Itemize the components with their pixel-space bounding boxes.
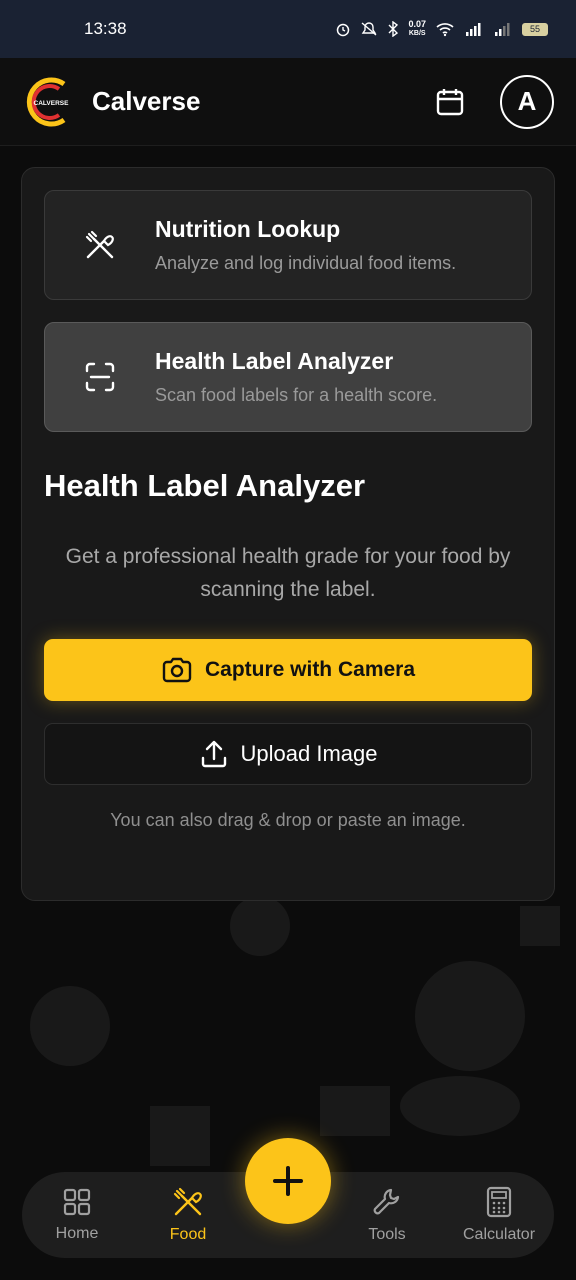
nav-label: Calculator [462,1226,536,1243]
section-title: Health Label Analyzer [44,468,366,503]
plus-icon [273,1166,303,1196]
calendar-button[interactable] [430,82,470,122]
mode-title: Nutrition Lookup [155,216,341,242]
add-fab-button[interactable] [245,1138,331,1224]
app-brand-name: Calverse [92,86,201,116]
battery-indicator: 55 [522,22,548,36]
utensils-crossed-icon [45,190,155,300]
mode-description: Analyze and log individual food items. [155,253,457,273]
camera-icon [162,657,192,683]
nav-item-home[interactable]: Home [27,1172,127,1258]
app-header: CALVERSE Calverse A [0,58,576,146]
wifi-icon [436,23,454,37]
nav-label: Food [169,1226,207,1243]
mode-description: Scan food labels for a health score. [155,385,438,405]
upload-image-button[interactable]: Upload Image [44,723,532,785]
drag-drop-hint: You can also drag & drop or paste an ima… [110,810,466,830]
capture-button-label: Capture with Camera [204,658,416,681]
scan-icon [45,322,155,432]
nav-label: Tools [368,1226,406,1243]
profile-avatar[interactable]: A [500,74,554,129]
network-speed-value: 0.07 [408,19,426,29]
nav-item-calculator[interactable]: Calculator [449,1172,549,1258]
calendar-icon [436,88,464,115]
nav-label: Home [55,1225,99,1242]
nav-item-tools[interactable]: Tools [337,1172,437,1258]
wrench-icon [373,1188,400,1215]
bluetooth-icon [388,21,399,37]
status-icons: 0.07 KB/S 55 [335,20,548,38]
calculator-icon [486,1186,512,1218]
upload-icon [201,740,226,768]
mode-nutrition-lookup[interactable]: Nutrition Lookup Analyze and log individ… [44,190,532,300]
network-speed-unit: KB/S [408,30,426,37]
nav-item-food[interactable]: Food [138,1172,238,1258]
section-description: Get a professional health grade for your… [65,545,511,601]
signal-icon-2 [495,23,510,36]
grid-icon [63,1188,91,1216]
network-speed: 0.07 KB/S [408,20,426,38]
capture-with-camera-button[interactable]: Capture with Camera [44,639,532,701]
status-time: 13:38 [84,19,127,38]
analyzer-card: Nutrition Lookup Analyze and log individ… [21,167,555,901]
app-logo[interactable]: CALVERSE [24,74,74,130]
signal-icon-1 [466,23,481,36]
status-bar: 13:38 0.07 KB/S 55 [0,0,576,58]
mute-icon [362,22,377,36]
mode-title: Health Label Analyzer [155,348,394,374]
svg-text:CALVERSE: CALVERSE [34,100,70,107]
alarm-icon [337,23,350,37]
utensils-crossed-icon [173,1187,202,1216]
upload-button-label: Upload Image [240,741,378,766]
mode-health-label-analyzer[interactable]: Health Label Analyzer Scan food labels f… [44,322,532,432]
